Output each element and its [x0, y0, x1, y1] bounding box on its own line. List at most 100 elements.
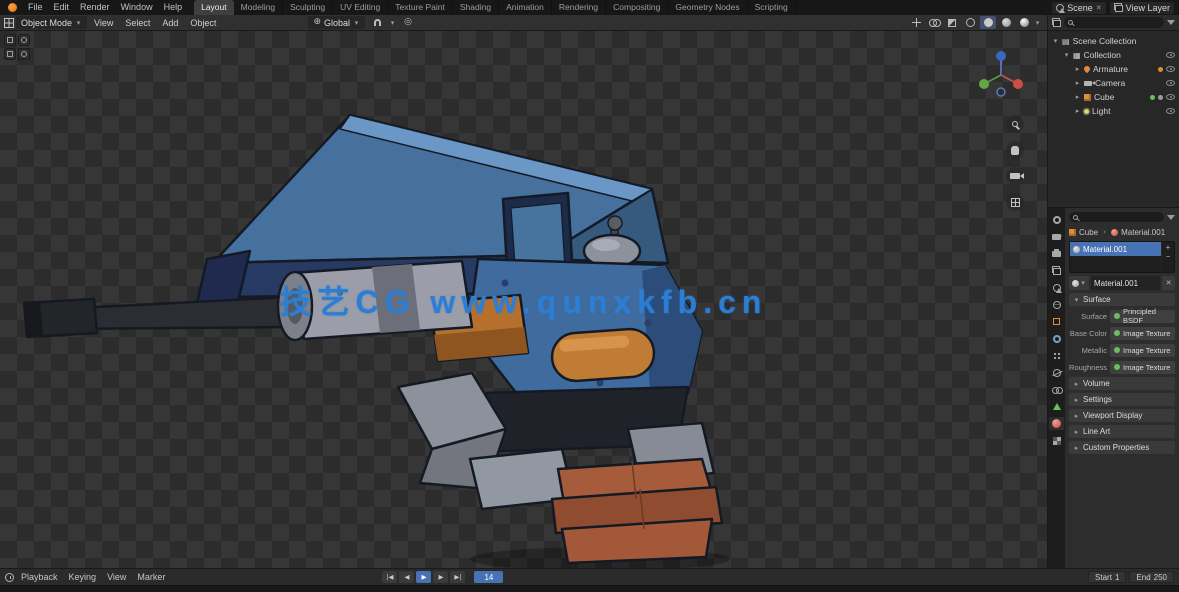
filter-icon[interactable]	[1167, 215, 1175, 220]
outliner-search-input[interactable]	[1064, 17, 1164, 28]
properties-search-input[interactable]	[1069, 212, 1164, 222]
outliner-row-scene-collection[interactable]: ▾ ▤ Scene Collection	[1048, 34, 1179, 48]
workspace-tab-uv-editing[interactable]: UV Editing	[333, 0, 388, 15]
chevron-down-icon[interactable]: ▾	[1052, 37, 1059, 45]
xray-toggle[interactable]	[944, 16, 960, 29]
workspace-tab-rendering[interactable]: Rendering	[552, 0, 606, 15]
shading-material-button[interactable]	[998, 16, 1014, 29]
menu-view[interactable]: View	[103, 572, 130, 582]
tab-world-properties[interactable]	[1049, 298, 1064, 311]
timeline-editor-icon[interactable]	[5, 573, 14, 582]
tab-scene-properties[interactable]	[1049, 281, 1064, 294]
viewport-corner-button-3[interactable]	[4, 48, 16, 60]
menu-view[interactable]: View	[89, 15, 118, 31]
section-line-art[interactable]: ▸ Line Art	[1069, 425, 1175, 438]
menu-edit[interactable]: Edit	[49, 0, 75, 15]
chevron-right-icon[interactable]: ▸	[1074, 79, 1081, 87]
base-color-input[interactable]: Image Texture	[1110, 327, 1175, 340]
breadcrumb-material[interactable]: Material.001	[1121, 228, 1165, 237]
shading-wireframe-button[interactable]	[962, 16, 978, 29]
section-volume[interactable]: ▸ Volume	[1069, 377, 1175, 390]
unlink-material-button[interactable]: ✕	[1162, 276, 1175, 290]
workspace-tab-modeling[interactable]: Modeling	[234, 0, 284, 15]
section-settings[interactable]: ▸ Settings	[1069, 393, 1175, 406]
tab-material-properties[interactable]	[1049, 417, 1064, 430]
jump-to-end-button[interactable]: ▶|	[450, 571, 465, 583]
tab-modifier-properties[interactable]	[1049, 332, 1064, 345]
chevron-right-icon[interactable]: ▸	[1074, 65, 1081, 73]
shading-options-chevron-icon[interactable]: ▾	[1034, 19, 1041, 27]
section-custom-properties[interactable]: ▸ Custom Properties	[1069, 441, 1175, 454]
eye-icon[interactable]	[1166, 108, 1175, 114]
breadcrumb-object[interactable]: Cube	[1079, 228, 1098, 237]
view-layer-selector[interactable]: View Layer	[1110, 2, 1174, 14]
chevron-down-icon[interactable]: ▾	[1063, 51, 1070, 59]
filter-icon[interactable]	[1167, 20, 1175, 25]
viewport-corner-button-4[interactable]	[18, 48, 30, 60]
workspace-tab-scripting[interactable]: Scripting	[748, 0, 796, 15]
tab-tool-properties[interactable]	[1049, 213, 1064, 226]
viewport-3d[interactable]: 技艺CG www.qunxkfb.cn	[0, 31, 1047, 568]
close-icon[interactable]: ✕	[1096, 4, 1102, 12]
add-slot-button[interactable]: +	[1166, 243, 1171, 252]
menu-select[interactable]: Select	[120, 15, 155, 31]
next-keyframe-button[interactable]: ▶	[433, 571, 448, 583]
editor-type-icon[interactable]	[4, 18, 14, 28]
play-button[interactable]: ▶	[416, 571, 431, 583]
start-frame-field[interactable]: Start 1	[1088, 571, 1126, 583]
eye-icon[interactable]	[1166, 80, 1175, 86]
outliner-editor-icon[interactable]	[1052, 18, 1061, 27]
tab-object-data-properties[interactable]	[1049, 400, 1064, 413]
workspace-tab-animation[interactable]: Animation	[499, 0, 552, 15]
ortho-toggle-button[interactable]	[1006, 193, 1024, 211]
blender-logo-icon[interactable]	[5, 2, 20, 14]
eye-icon[interactable]	[1166, 66, 1175, 72]
browse-material-button[interactable]: ▾	[1069, 276, 1089, 290]
pan-button[interactable]	[1006, 141, 1024, 159]
tab-view-layer-properties[interactable]	[1049, 264, 1064, 277]
material-name-field[interactable]: Material.001	[1091, 276, 1160, 290]
eye-icon[interactable]	[1166, 94, 1175, 100]
shader-selector[interactable]: Principled BSDF	[1110, 310, 1175, 323]
shading-solid-button[interactable]	[980, 16, 996, 29]
previous-keyframe-button[interactable]: ◀	[399, 571, 414, 583]
gizmo-y-axis[interactable]	[979, 79, 989, 89]
menu-playback[interactable]: Playback	[17, 572, 62, 582]
workspace-tab-texture-paint[interactable]: Texture Paint	[388, 0, 453, 15]
viewport-corner-button-1[interactable]	[4, 34, 16, 46]
outliner-row-cube[interactable]: ▸ Cube	[1048, 90, 1179, 104]
chevron-right-icon[interactable]: ▸	[1074, 93, 1081, 101]
roughness-input[interactable]: Image Texture	[1110, 361, 1175, 374]
camera-view-button[interactable]	[1006, 167, 1024, 185]
scene-selector[interactable]: Scene ✕	[1052, 2, 1105, 14]
tab-object-properties[interactable]	[1049, 315, 1064, 328]
navigation-gizmo[interactable]	[972, 45, 1030, 103]
tab-texture-properties[interactable]	[1049, 434, 1064, 447]
material-slot-selected[interactable]: Material.001	[1070, 242, 1161, 256]
proportional-edit-toggle[interactable]: ◎	[400, 16, 416, 29]
gizmo-x-axis[interactable]	[1013, 79, 1023, 89]
outliner-row-camera[interactable]: ▸ Camera	[1048, 76, 1179, 90]
section-viewport-display[interactable]: ▸ Viewport Display	[1069, 409, 1175, 422]
zoom-button[interactable]	[1006, 115, 1024, 133]
orientation-selector[interactable]: ⊕ Global ▾	[308, 16, 365, 29]
outliner-row-collection[interactable]: ▾ ▦ Collection	[1048, 48, 1179, 62]
end-frame-field[interactable]: End 250	[1129, 571, 1174, 583]
tab-constraint-properties[interactable]	[1049, 383, 1064, 396]
jump-to-start-button[interactable]: |◀	[382, 571, 397, 583]
gizmo-z-negative[interactable]	[997, 88, 1005, 96]
outliner-row-armature[interactable]: ▸ Armature	[1048, 62, 1179, 76]
outliner-row-light[interactable]: ▸ Light	[1048, 104, 1179, 118]
overlays-toggle[interactable]	[926, 16, 942, 29]
workspace-tab-geometry-nodes[interactable]: Geometry Nodes	[668, 0, 747, 15]
workspace-tab-sculpting[interactable]: Sculpting	[283, 0, 333, 15]
workspace-tab-shading[interactable]: Shading	[453, 0, 499, 15]
menu-marker[interactable]: Marker	[133, 572, 169, 582]
remove-slot-button[interactable]: −	[1166, 252, 1171, 261]
workspace-tab-layout[interactable]: Layout	[194, 0, 234, 15]
menu-window[interactable]: Window	[116, 0, 158, 15]
snap-options-chevron-icon[interactable]: ▾	[389, 19, 396, 27]
menu-help[interactable]: Help	[159, 0, 188, 15]
snap-toggle[interactable]	[369, 16, 385, 29]
menu-object[interactable]: Object	[185, 15, 221, 31]
